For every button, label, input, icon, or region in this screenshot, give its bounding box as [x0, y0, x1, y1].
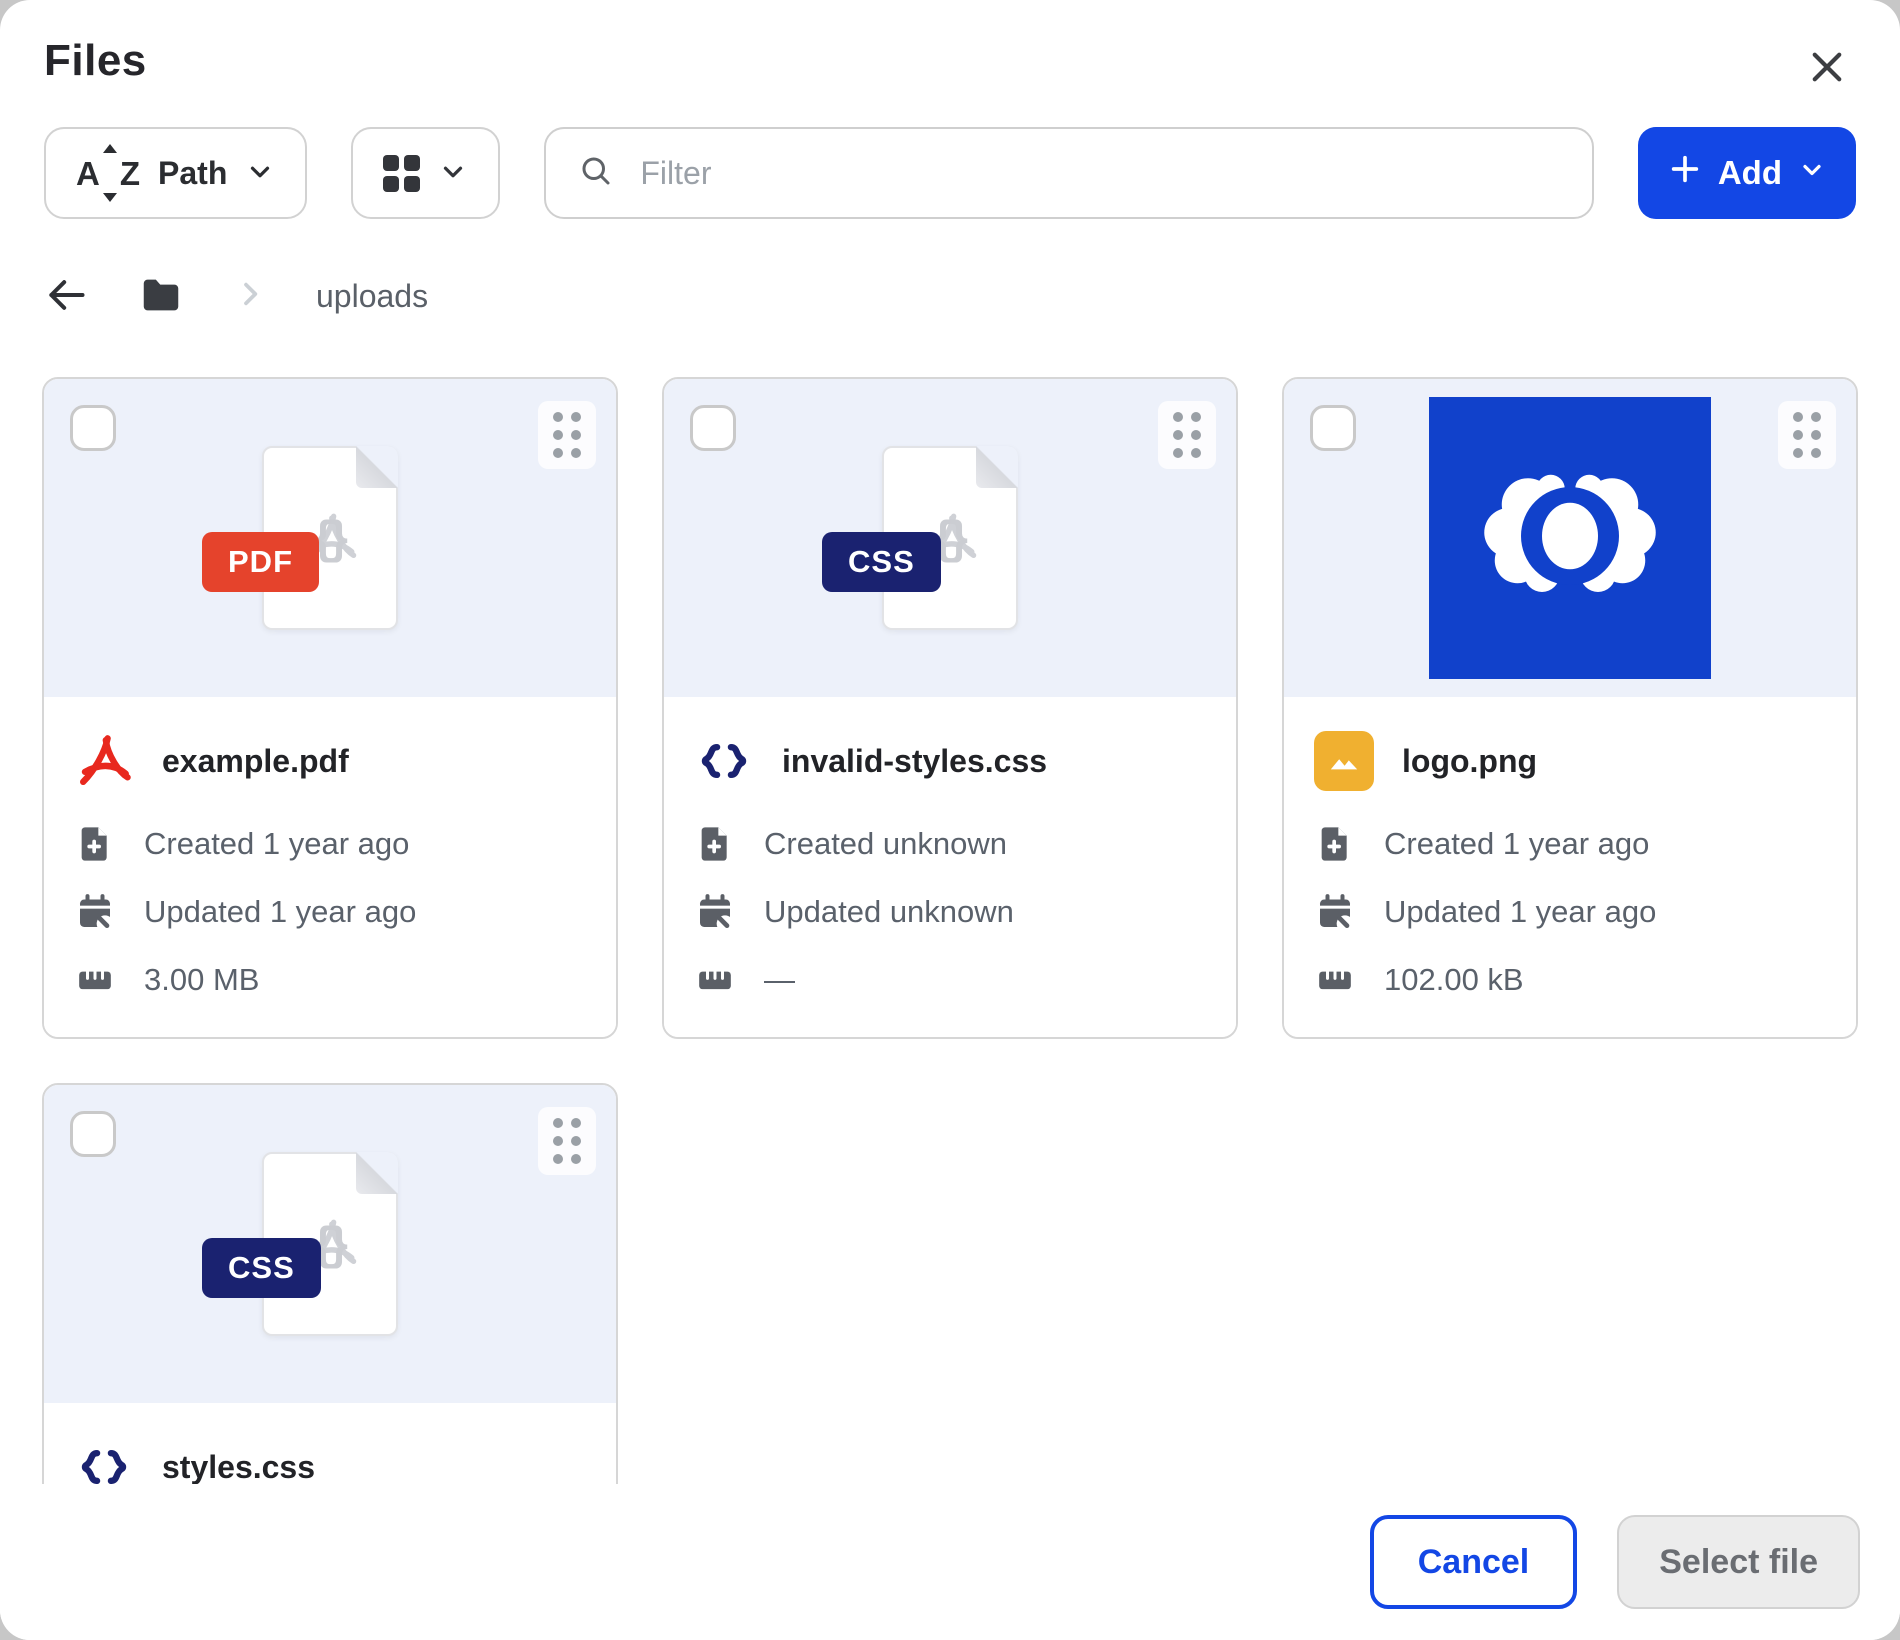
pdf-file-icon — [74, 731, 134, 791]
file-card[interactable]: CSS — [42, 1083, 618, 1484]
file-type-badge: CSS — [202, 1238, 321, 1298]
file-select-checkbox[interactable] — [70, 1111, 116, 1157]
close-icon — [1806, 76, 1848, 91]
file-name: invalid-styles.css — [782, 743, 1047, 780]
root-folder-button[interactable] — [138, 272, 184, 321]
file-card[interactable]: logo.png Created 1 year ago Updated 1 ye… — [1282, 377, 1858, 1039]
file-updated-text: Updated 1 year ago — [1384, 894, 1656, 930]
file-select-checkbox[interactable] — [1310, 405, 1356, 451]
filter-input[interactable] — [638, 154, 1559, 193]
file-type-badge: PDF — [202, 532, 319, 592]
file-created-text: Created unknown — [764, 826, 1007, 862]
drag-handle-icon[interactable] — [538, 401, 596, 469]
drag-handle-icon[interactable] — [1158, 401, 1216, 469]
calendar-edit-icon — [694, 891, 736, 933]
files-dialog: Files A Z Path — [0, 0, 1900, 1640]
folder-icon — [138, 272, 184, 321]
chevron-down-icon — [438, 157, 468, 190]
calendar-edit-icon — [74, 891, 116, 933]
file-name: logo.png — [1402, 743, 1537, 780]
file-plus-icon — [1314, 823, 1356, 865]
breadcrumb: uploads — [44, 271, 1856, 321]
dialog-title: Files — [44, 36, 147, 86]
sort-label: Path — [158, 155, 227, 192]
file-info: invalid-styles.css Created unknown Updat… — [664, 697, 1236, 1037]
image-preview — [1429, 397, 1711, 679]
file-card[interactable]: CSS — [662, 377, 1238, 1039]
sort-button[interactable]: A Z Path — [44, 127, 307, 219]
file-thumbnail — [1284, 379, 1856, 697]
file-created-text: Created 1 year ago — [1384, 826, 1649, 862]
breadcrumb-current-folder: uploads — [316, 278, 428, 315]
view-mode-button[interactable] — [351, 127, 500, 219]
files-grid: PDF — [42, 377, 1858, 1484]
file-size-icon — [694, 959, 736, 1001]
document-preview: PDF — [262, 446, 398, 630]
file-info: example.pdf Created 1 year ago Updated 1… — [44, 697, 616, 1037]
grid-view-icon — [383, 155, 420, 192]
files-scroll-area[interactable]: PDF — [0, 321, 1900, 1484]
file-size-icon — [1314, 959, 1356, 1001]
file-plus-icon — [74, 823, 116, 865]
search-icon — [578, 153, 614, 194]
plus-icon — [1668, 152, 1702, 194]
file-info: logo.png Created 1 year ago Updated 1 ye… — [1284, 697, 1856, 1037]
chevron-right-icon — [234, 278, 266, 315]
file-thumbnail: PDF — [44, 379, 616, 697]
back-button[interactable] — [44, 273, 88, 320]
drag-handle-icon[interactable] — [538, 1107, 596, 1175]
file-updated-text: Updated 1 year ago — [144, 894, 416, 930]
dialog-header: Files — [0, 0, 1900, 99]
logo-image — [1465, 431, 1675, 646]
file-thumbnail: CSS — [664, 379, 1236, 697]
chevron-down-icon — [245, 157, 275, 190]
file-card[interactable]: PDF — [42, 377, 618, 1039]
css-file-icon — [694, 731, 754, 791]
file-size-text: 102.00 kB — [1384, 962, 1524, 998]
chevron-down-icon — [1798, 154, 1826, 192]
file-plus-icon — [694, 823, 736, 865]
file-name: example.pdf — [162, 743, 349, 780]
file-size-text: 3.00 MB — [144, 962, 259, 998]
filter-field — [544, 127, 1593, 219]
arrow-left-icon — [44, 273, 88, 320]
file-size-icon — [74, 959, 116, 1001]
close-button[interactable] — [1798, 38, 1856, 99]
css-file-icon — [74, 1437, 134, 1484]
file-select-checkbox[interactable] — [690, 405, 736, 451]
document-preview: CSS — [262, 1152, 398, 1336]
file-info: styles.css — [44, 1403, 616, 1484]
file-updated-text: Updated unknown — [764, 894, 1014, 930]
file-created-text: Created 1 year ago — [144, 826, 409, 862]
sort-az-icon: A Z — [76, 144, 140, 202]
add-button[interactable]: Add — [1638, 127, 1856, 219]
select-file-button[interactable]: Select file — [1617, 1515, 1860, 1609]
file-name: styles.css — [162, 1449, 315, 1485]
add-label: Add — [1718, 154, 1782, 192]
cancel-button[interactable]: Cancel — [1370, 1515, 1578, 1609]
file-select-checkbox[interactable] — [70, 405, 116, 451]
document-preview: CSS — [882, 446, 1018, 630]
file-thumbnail: CSS — [44, 1085, 616, 1403]
drag-handle-icon[interactable] — [1778, 401, 1836, 469]
file-type-badge: CSS — [822, 532, 941, 592]
calendar-edit-icon — [1314, 891, 1356, 933]
file-size-text: — — [764, 962, 795, 998]
image-file-icon — [1314, 731, 1374, 791]
toolbar: A Z Path Add — [44, 127, 1856, 219]
dialog-footer: Cancel Select file — [0, 1484, 1900, 1640]
